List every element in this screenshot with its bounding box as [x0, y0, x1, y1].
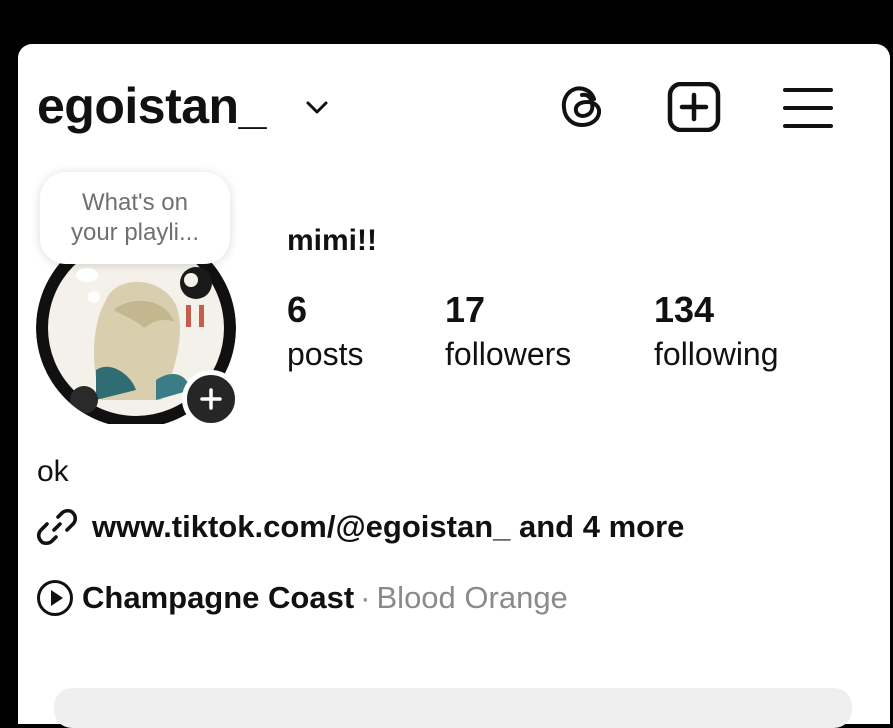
stat-value: 17 [445, 289, 486, 330]
stat-label: posts [287, 336, 364, 372]
bottom-panel [54, 688, 852, 728]
stat-label: following [654, 336, 779, 372]
add-story-button[interactable] [182, 370, 240, 428]
profile-links[interactable]: www.tiktok.com/@egoistan_ and 4 more [36, 505, 684, 549]
song-separator: · [360, 580, 371, 615]
stat-label: followers [445, 336, 572, 372]
link-icon [36, 508, 78, 546]
profile-music[interactable]: Champagne Coast · Blood Orange [36, 578, 568, 618]
stat-value: 134 [654, 289, 715, 330]
username[interactable]: egoistan_ [37, 76, 266, 136]
stat-posts[interactable]: 6 posts [287, 290, 363, 374]
stat-value: 6 [287, 289, 308, 330]
new-post-icon[interactable] [667, 82, 721, 132]
chevron-down-icon[interactable] [305, 98, 329, 118]
note-bubble[interactable]: What's on your playli... [40, 172, 230, 264]
bio-text: ok [37, 455, 69, 488]
note-bubble-tail-dot [88, 291, 100, 303]
menu-icon[interactable] [782, 86, 834, 130]
stat-following[interactable]: 134 following [654, 290, 779, 374]
note-bubble-tail [76, 268, 98, 282]
play-icon [37, 580, 73, 616]
display-name: mimi!! [287, 224, 377, 257]
song-title: Champagne Coast [82, 580, 355, 615]
song-artist: Blood Orange [376, 580, 568, 615]
stat-followers[interactable]: 17 followers [445, 290, 571, 374]
link-text: www.tiktok.com/@egoistan_ and 4 more [92, 509, 685, 544]
note-prompt: What's on your playli... [70, 189, 200, 246]
threads-icon[interactable] [558, 81, 608, 131]
plus-icon [200, 388, 222, 410]
